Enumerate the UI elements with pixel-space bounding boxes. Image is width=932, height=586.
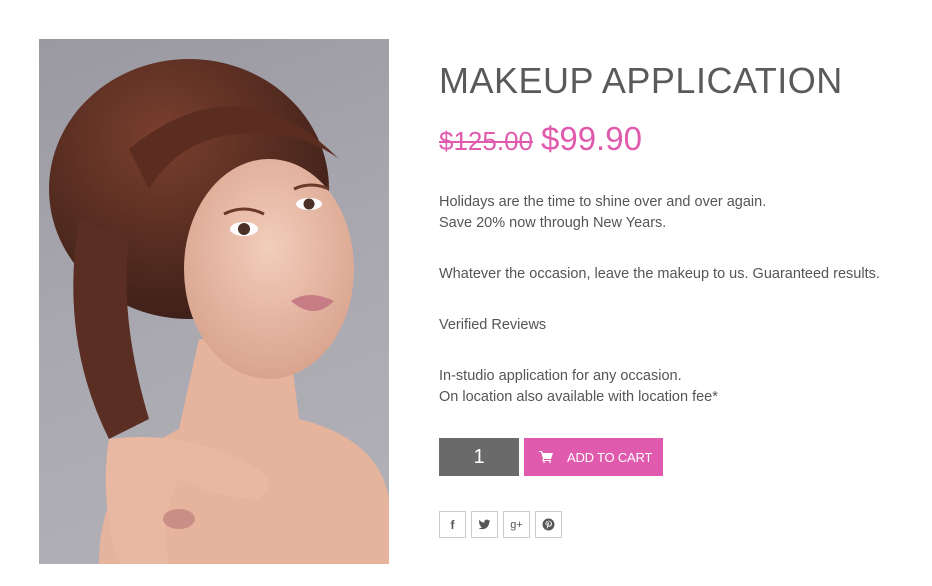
description-line: Save 20% now through New Years.	[439, 215, 667, 231]
verified-reviews: Verified Reviews	[439, 315, 546, 336]
google-plus-share-button[interactable]: g+	[503, 511, 530, 538]
price-row: $125.00 $99.90	[439, 120, 919, 160]
model-portrait	[49, 59, 389, 564]
description-line: Whatever the occasion, leave the makeup …	[439, 266, 880, 282]
description-line: On location also available with location…	[439, 389, 718, 405]
product-image	[39, 39, 389, 564]
twitter-share-button[interactable]	[471, 511, 498, 538]
facebook-share-button[interactable]: f	[439, 511, 466, 538]
description-line: Verified Reviews	[439, 317, 547, 333]
add-to-cart-label: ADD TO CART	[567, 449, 653, 465]
sale-price: $99.90	[540, 120, 642, 157]
description-holidays: Holidays are the time to shine over and …	[439, 192, 766, 234]
description-line: Holidays are the time to shine over and …	[439, 194, 767, 210]
description-location: In-studio application for any occasion. …	[439, 366, 718, 408]
product-title: MAKEUP APPLICATION	[439, 60, 843, 101]
facebook-icon: f	[450, 517, 455, 532]
twitter-icon	[478, 519, 491, 530]
cart-icon	[539, 451, 553, 463]
pinterest-share-button[interactable]	[535, 511, 562, 538]
social-share: f g+	[439, 511, 567, 538]
old-price: $125.00	[439, 126, 533, 156]
google-plus-icon: g+	[510, 518, 523, 531]
description-occasion: Whatever the occasion, leave the makeup …	[439, 264, 880, 285]
quantity-input[interactable]	[439, 438, 519, 476]
add-to-cart-button[interactable]: ADD TO CART	[524, 438, 663, 476]
pinterest-icon	[542, 518, 555, 531]
product-details: MAKEUP APPLICATION $125.00 $99.90 Holida…	[439, 60, 919, 538]
description-line: In-studio application for any occasion.	[439, 368, 682, 384]
cart-row: ADD TO CART	[439, 438, 663, 476]
